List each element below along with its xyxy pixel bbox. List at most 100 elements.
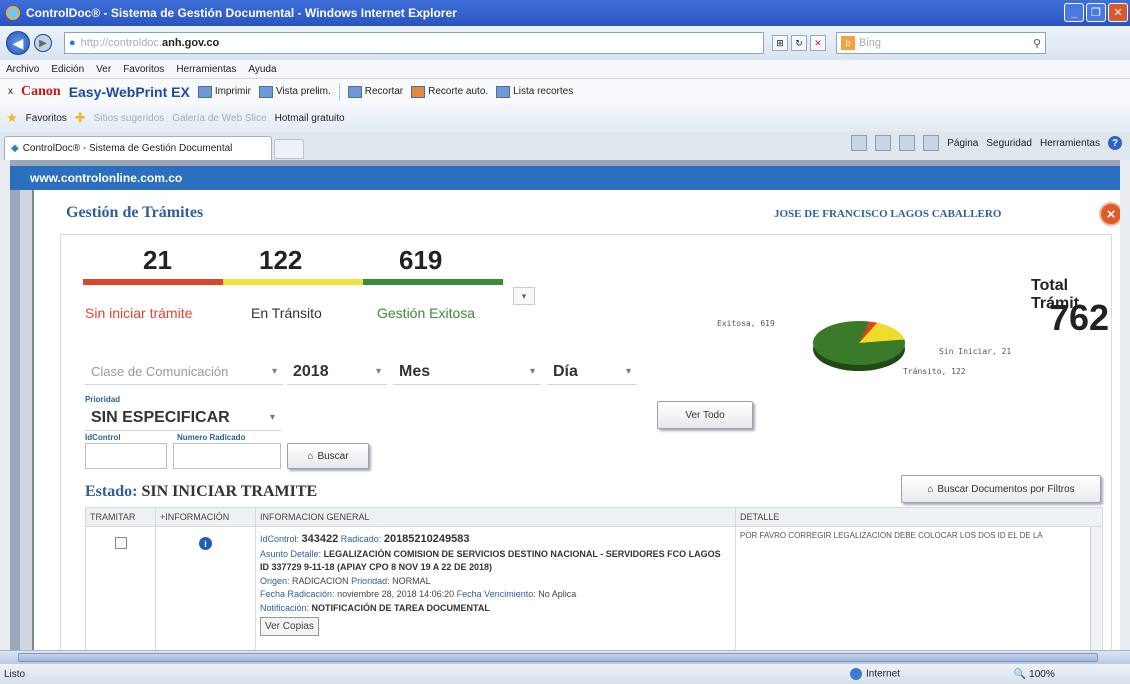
refresh-icon[interactable]: ↻ [791, 35, 807, 51]
day-select[interactable]: Día ▾ [547, 359, 637, 385]
page-menu[interactable]: Página [947, 138, 978, 149]
horizontal-scrollbar[interactable] [0, 650, 1130, 664]
detalle-text: POR FAVRO CORREGIR LEGALIZACION DEBE COL… [740, 531, 1043, 540]
preview-button[interactable]: Vista prelim. [258, 85, 331, 98]
hotmail-link[interactable]: Hotmail gratuito [275, 113, 345, 124]
tools-menu[interactable]: Herramientas [1040, 138, 1100, 149]
printer-icon [197, 85, 212, 98]
idcontrol-input[interactable] [85, 443, 167, 469]
search-icon: ⌂ [307, 450, 314, 462]
buscar-button[interactable]: ⌂ Buscar [287, 443, 369, 469]
clip-icon [347, 85, 362, 98]
help-icon[interactable]: ? [1108, 136, 1122, 150]
search-placeholder: Bing [859, 37, 882, 49]
pie-label-transito: Tránsito, 122 [903, 367, 966, 376]
radicado-label: Numero Radicado [177, 433, 246, 442]
menu-favoritos[interactable]: Favoritos [123, 64, 164, 75]
cliplist-button[interactable]: Lista recortes [496, 85, 573, 98]
stat-exitosa-bar [363, 279, 503, 285]
favorites-bar: ★ Favoritos ✚ Sitios sugeridos Galería d… [0, 104, 1130, 132]
clip-button[interactable]: Recortar [347, 85, 403, 98]
user-name: JOSE DE FRANCISCO LAGOS CABALLERO [774, 208, 1002, 220]
list-icon [496, 85, 511, 98]
command-bar: Página Seguridad Herramientas ? [851, 135, 1122, 151]
page-viewport: www.controlonline.com.co Gestión de Trám… [10, 160, 1120, 650]
search-field[interactable]: b Bing ⚲ [836, 32, 1046, 54]
ver-todo-button[interactable]: Ver Todo [657, 401, 753, 429]
home-icon[interactable] [851, 135, 868, 151]
year-select[interactable]: 2018 ▾ [287, 359, 387, 385]
close-modal-button[interactable]: × [1099, 202, 1120, 226]
bing-icon: b [841, 36, 855, 50]
stat-sin-iniciar-value: 21 [143, 245, 172, 275]
tab-controldoc[interactable]: ◆ ControlDoc® - Sistema de Gestión Docum… [4, 136, 272, 160]
title-bar: ControlDoc® - Sistema de Gestión Documen… [0, 0, 1130, 26]
add-favorite-icon[interactable]: ✚ [75, 110, 86, 126]
close-window-button[interactable]: ✕ [1108, 3, 1128, 22]
menu-edicion[interactable]: Edición [51, 64, 84, 75]
stat-sin-iniciar-label[interactable]: Sin iniciar trámite [85, 305, 192, 321]
window-title: ControlDoc® - Sistema de Gestión Documen… [26, 6, 457, 20]
compat-icon[interactable]: ⊞ [772, 35, 788, 51]
status-text: Listo [4, 668, 26, 680]
mail-icon[interactable] [899, 135, 916, 151]
stop-icon[interactable]: ✕ [810, 35, 826, 51]
autoclip-button[interactable]: Recorte auto. [411, 85, 488, 98]
site-header: www.controlonline.com.co [10, 166, 1120, 190]
stat-transito-label[interactable]: En Tránsito [251, 305, 322, 321]
search-icon[interactable]: ⚲ [1033, 37, 1041, 50]
dropdown-arrow-icon: ▾ [269, 412, 275, 423]
feeds-icon[interactable] [875, 135, 892, 151]
print-button[interactable]: Imprimir [197, 85, 251, 98]
detalle-scrollbar[interactable] [1090, 527, 1102, 650]
col-informacion: +INFORMACIÓN [155, 507, 256, 527]
minimize-button[interactable]: _ [1064, 3, 1084, 22]
dropdown-arrow-icon: ▾ [375, 366, 381, 377]
tramitar-checkbox[interactable] [114, 537, 127, 549]
buscar-filtros-button[interactable]: ⌂ Buscar Documentos por Filtros [901, 475, 1101, 503]
security-menu[interactable]: Seguridad [986, 138, 1032, 149]
stat-exitosa-label[interactable]: Gestión Exitosa [377, 305, 475, 321]
dropdown-arrow-icon: ▾ [271, 366, 277, 377]
web-slice-gallery-link[interactable]: Galería de Web Slice [172, 113, 266, 124]
menu-herramientas[interactable]: Herramientas [176, 64, 236, 75]
star-icon: ★ [6, 110, 18, 125]
prioridad-select[interactable]: SIN ESPECIFICAR ▾ [85, 405, 281, 431]
favorites-button[interactable]: Favoritos [26, 113, 67, 124]
autoclip-icon [411, 85, 426, 98]
asunto-value: LEGALIZACIÓN COMISION DE SERVICIOS DESTI… [260, 548, 721, 573]
pie-label-sin-iniciar: Sin Iniciar, 21 [939, 347, 1012, 356]
zoom-indicator[interactable]: 🔍 100% [1014, 669, 1055, 680]
ver-copias-button[interactable]: Ver Copias [260, 617, 319, 636]
easy-webprint-menu[interactable]: Easy-WebPrint EX [69, 84, 190, 100]
stat-transito-bar [223, 279, 363, 285]
url-prefix: http://controldoc. [80, 37, 162, 49]
print-icon[interactable] [923, 135, 940, 151]
stat-sin-iniciar-bar [83, 279, 223, 285]
expand-chevron-button[interactable]: ▾ [513, 287, 535, 305]
back-button[interactable]: ◀ [6, 31, 30, 55]
scroll-thumb[interactable] [18, 653, 1098, 662]
suggested-sites-link[interactable]: Sitios sugeridos [94, 113, 165, 124]
browser-window: ControlDoc® - Sistema de Gestión Documen… [0, 0, 1130, 684]
restore-button[interactable]: ❐ [1086, 3, 1106, 22]
close-toolbar-button[interactable]: x [8, 86, 13, 97]
url-field[interactable]: ● http://controldoc. anh.gov.co [64, 32, 764, 54]
clase-comunicacion-select[interactable]: Clase de Comunicación ▾ [85, 359, 283, 385]
menu-archivo[interactable]: Archivo [6, 64, 39, 75]
menu-ver[interactable]: Ver [96, 64, 111, 75]
general-info-cell: IdControl: 343422 Radicado: 201852102495… [255, 526, 736, 650]
menu-ayuda[interactable]: Ayuda [248, 64, 276, 75]
month-select[interactable]: Mes ▾ [393, 359, 541, 385]
canon-toolbar: x Canon Easy-WebPrint EX Imprimir Vista … [0, 78, 1130, 104]
new-tab-button[interactable] [274, 139, 304, 159]
modal-title: Gestión de Trámites [66, 204, 204, 221]
stat-transito-value: 122 [259, 245, 303, 275]
forward-button[interactable]: ▶ [34, 34, 52, 52]
radicado-input[interactable] [173, 443, 281, 469]
search-icon: ⌂ [927, 483, 934, 495]
info-icon[interactable]: i [199, 537, 212, 550]
tramites-modal: Gestión de Trámites JOSE DE FRANCISCO LA… [32, 190, 1120, 650]
col-tramitar: TRAMITAR [85, 507, 156, 527]
menu-bar: Archivo Edición Ver Favoritos Herramient… [0, 60, 1130, 78]
